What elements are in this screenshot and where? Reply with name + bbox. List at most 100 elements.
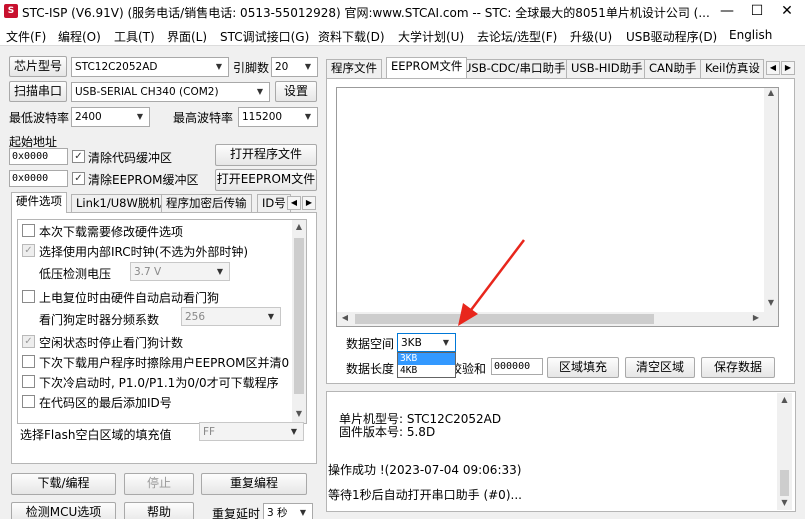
tab-scroll-left-icon[interactable]: ◀ (766, 61, 780, 75)
save-data-button[interactable]: 保存数据 (701, 357, 775, 378)
clear-code-label: 清除代码缓冲区 (88, 151, 173, 165)
fill-area-button[interactable]: 区域填充 (547, 357, 619, 378)
data-space-label: 数据空间 (346, 337, 395, 351)
open-program-file-button[interactable]: 打开程序文件 (215, 144, 317, 166)
option-label: 上电复位时由硬件自动启动看门狗 (39, 291, 220, 305)
tab-program-file[interactable]: 程序文件 (326, 59, 382, 78)
min-baud-select[interactable]: 2400 ▼ (71, 107, 150, 127)
max-baud-value: 115200 (242, 111, 283, 123)
wdt-divider-label: 看门狗定时器分频系数 (39, 313, 160, 327)
tab-eeprom-file[interactable]: EEPROM文件 (386, 57, 468, 78)
window-title: STC-ISP (V6.91V) (服务电话/销售电话: 0513-550129… (22, 6, 710, 20)
chevron-down-icon: ▼ (256, 87, 264, 96)
option-checkbox: ✓ (22, 335, 35, 348)
menu-forum[interactable]: 去论坛/选型(F) (477, 28, 557, 45)
tab-scroll-left-icon[interactable]: ◀ (287, 196, 301, 210)
help-button[interactable]: 帮助 (124, 502, 194, 519)
option-label: 本次下载需要修改硬件选项 (39, 225, 184, 239)
max-baud-select[interactable]: 115200 ▼ (238, 107, 318, 127)
close-button[interactable]: ✕ (772, 0, 802, 24)
menu-interface[interactable]: 界面(L) (167, 28, 207, 45)
clear-area-button[interactable]: 清空区域 (625, 357, 695, 378)
option-label: 选择使用内部IRC时钟(不选为外部时钟) (39, 245, 249, 259)
fill-value-label: 选择Flash空白区域的填充值 (20, 428, 172, 442)
tab-usb-cdc-serial[interactable]: USB-CDC/串口助手 (458, 59, 571, 78)
scroll-down-icon[interactable]: ▼ (292, 409, 306, 421)
scroll-left-icon[interactable]: ◀ (339, 313, 351, 325)
low-voltage-select: 3.7 V ▼ (130, 262, 230, 281)
menu-upgrade[interactable]: 升级(U) (570, 28, 612, 45)
menu-usb-driver[interactable]: USB驱动程序(D) (626, 28, 717, 45)
menu-program[interactable]: 编程(O) (58, 28, 101, 45)
dropdown-option[interactable]: 3KB (398, 353, 455, 365)
scan-port-button[interactable]: 扫描串口 (9, 81, 67, 102)
menu-english[interactable]: English (729, 28, 772, 42)
tab-encrypted-transfer[interactable]: 程序加密后传输 (161, 194, 252, 213)
tab-can[interactable]: CAN助手 (644, 59, 702, 78)
chip-model-value: STC12C2052AD (75, 61, 158, 73)
stop-button: 停止 (124, 473, 194, 495)
wdt-divider-value: 256 (185, 311, 206, 323)
log-line: 等待1秒后自动打开串口助手 (#0)... (328, 488, 522, 502)
tab-id-number[interactable]: ID号 (257, 194, 291, 213)
chip-model-select[interactable]: STC12C2052AD ▼ (71, 57, 229, 77)
data-space-select[interactable]: 3KB ▼ (397, 333, 456, 352)
scroll-down-icon[interactable]: ▼ (764, 298, 778, 310)
tab-hardware-options[interactable]: 硬件选项 (11, 192, 67, 213)
option-checkbox[interactable] (22, 395, 35, 408)
hex-editor-area[interactable] (336, 87, 779, 327)
code-start-address-input[interactable]: 0x0000 (9, 148, 68, 165)
menu-file[interactable]: 文件(F) (6, 28, 46, 45)
low-voltage-value: 3.7 V (134, 266, 162, 278)
option-label: 空闲状态时停止看门狗计数 (39, 336, 184, 350)
scroll-down-icon[interactable]: ▼ (777, 498, 792, 510)
pin-count-select[interactable]: 20 ▼ (271, 57, 318, 77)
hex-vertical-scrollbar[interactable] (764, 88, 778, 312)
option-checkbox[interactable] (22, 224, 35, 237)
log-scroll-thumb[interactable] (780, 470, 789, 496)
pin-count-value: 20 (275, 61, 289, 73)
option-label: 下次冷启动时, P1.0/P1.1为0/0才可下载程序 (39, 376, 279, 390)
minimize-button[interactable]: — (712, 0, 742, 24)
menu-university[interactable]: 大学计划(U) (398, 28, 464, 45)
scroll-right-icon[interactable]: ▶ (750, 313, 762, 325)
chevron-down-icon: ▼ (304, 62, 312, 71)
port-value: USB-SERIAL CH340 (COM2) (75, 86, 219, 98)
menu-download-docs[interactable]: 资料下载(D) (318, 28, 385, 45)
tab-scroll-right-icon[interactable]: ▶ (302, 196, 316, 210)
open-eeprom-file-button[interactable]: 打开EEPROM文件 (215, 169, 317, 191)
repeat-program-button[interactable]: 重复编程 (201, 473, 307, 495)
port-select[interactable]: USB-SERIAL CH340 (COM2) ▼ (71, 82, 270, 102)
chevron-down-icon: ▼ (136, 112, 144, 121)
download-program-button[interactable]: 下载/编程 (11, 473, 116, 495)
min-baud-value: 2400 (75, 111, 102, 123)
min-baud-label: 最低波特率 (9, 111, 70, 125)
detect-mcu-button[interactable]: 检测MCU选项 (11, 502, 116, 519)
dropdown-option[interactable]: 4KB (398, 365, 455, 377)
max-baud-label: 最高波特率 (173, 111, 234, 125)
option-checkbox[interactable] (22, 290, 35, 303)
tab-keil-sim[interactable]: Keil仿真设 (700, 59, 764, 78)
settings-button[interactable]: 设置 (275, 81, 317, 102)
option-checkbox[interactable] (22, 375, 35, 388)
chip-model-button[interactable]: 芯片型号 (9, 56, 67, 77)
option-checkbox[interactable] (22, 355, 35, 368)
repeat-delay-select[interactable]: 3 秒 ▼ (263, 503, 313, 519)
tab-usb-hid[interactable]: USB-HID助手 (566, 59, 648, 78)
clear-eeprom-checkbox[interactable]: ✓ (72, 172, 85, 185)
clear-code-checkbox[interactable]: ✓ (72, 150, 85, 163)
tab-scroll-right-icon[interactable]: ▶ (781, 61, 795, 75)
menu-tools[interactable]: 工具(T) (114, 28, 155, 45)
tab-link1-offline[interactable]: Link1/U8W脱机 (71, 194, 166, 213)
scroll-up-icon[interactable]: ▲ (292, 222, 306, 234)
clear-eeprom-label: 清除EEPROM缓冲区 (88, 173, 199, 187)
scroll-up-icon[interactable]: ▲ (777, 395, 792, 407)
maximize-button[interactable]: ☐ (742, 0, 772, 24)
options-scroll-thumb[interactable] (294, 238, 304, 394)
scroll-up-icon[interactable]: ▲ (764, 88, 778, 100)
data-length-label: 数据长度 (346, 362, 395, 376)
eeprom-start-address-input[interactable]: 0x0000 (9, 170, 68, 187)
menu-debug[interactable]: STC调试接口(G) (220, 28, 309, 45)
chevron-down-icon: ▼ (442, 338, 450, 347)
chevron-down-icon: ▼ (216, 267, 224, 276)
